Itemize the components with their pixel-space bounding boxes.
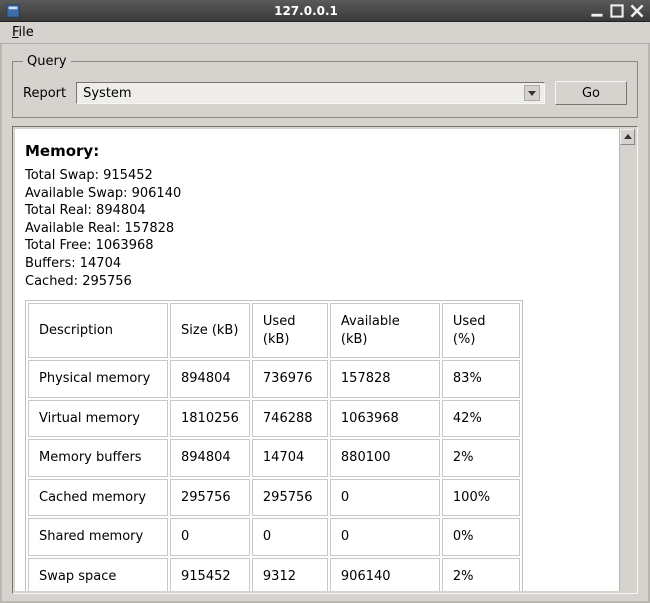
table-row: Memory buffers 894804 14704 880100 2% [28,439,520,477]
memory-heading: Memory: [25,141,609,161]
th-description: Description [28,303,168,358]
close-icon[interactable] [630,4,644,18]
table-row: Cached memory 295756 295756 0 100% [28,479,520,517]
client-area: Query Report System Go Memory: Total Swa… [0,44,650,603]
stat-total-free: Total Free: 1063968 [25,237,609,255]
table-row: Virtual memory 1810256 746288 1063968 42… [28,400,520,438]
th-size: Size (kB) [170,303,250,358]
memory-table: Description Size (kB) Used (kB) Availabl… [25,300,523,591]
table-row: Swap space 915452 9312 906140 2% [28,558,520,591]
vertical-scrollbar[interactable] [619,129,635,591]
query-groupbox: Query Report System Go [12,54,638,118]
content-frame: Memory: Total Swap: 915452 Available Swa… [12,126,638,594]
content-view: Memory: Total Swap: 915452 Available Swa… [15,129,619,591]
chevron-down-icon [524,85,540,101]
stat-total-real: Total Real: 894804 [25,202,609,220]
stat-available-swap: Available Swap: 906140 [25,185,609,203]
table-row: Shared memory 0 0 0 0% [28,518,520,556]
menu-file-rest: ile [19,25,34,40]
window-app-icon [4,2,22,20]
stat-buffers: Buffers: 14704 [25,255,609,273]
maximize-icon[interactable] [610,4,624,18]
titlebar[interactable]: 127.0.0.1 [0,0,650,22]
query-legend: Query [23,54,71,69]
go-button-label: Go [582,86,600,101]
menubar: File [0,22,650,44]
th-used: Used (kB) [252,303,328,358]
report-select-value: System [83,86,131,101]
report-label: Report [23,86,66,101]
stat-total-swap: Total Swap: 915452 [25,167,609,185]
menu-file[interactable]: File [6,23,40,42]
stat-cached: Cached: 295756 [25,273,609,291]
th-used-pct: Used (%) [442,303,520,358]
table-header-row: Description Size (kB) Used (kB) Availabl… [28,303,520,358]
minimize-icon[interactable] [590,4,604,18]
go-button[interactable]: Go [555,81,627,105]
th-available: Available (kB) [330,303,440,358]
window-title: 127.0.0.1 [22,4,590,18]
table-row: Physical memory 894804 736976 157828 83% [28,360,520,398]
report-select[interactable]: System [76,82,545,104]
stat-available-real: Available Real: 157828 [25,220,609,238]
scroll-up-icon[interactable] [620,129,635,145]
